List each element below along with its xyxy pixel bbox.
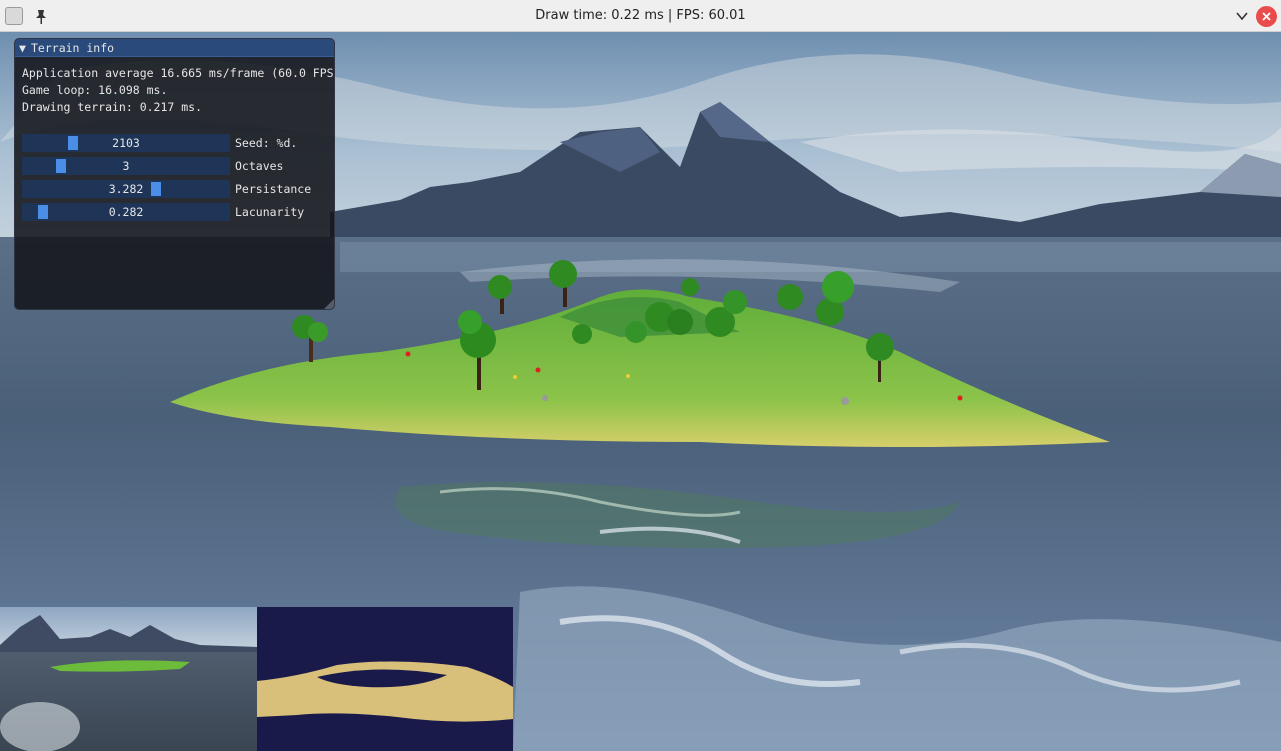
collapse-triangle-icon[interactable]: ▼	[19, 39, 31, 57]
slider-value: 0.282	[108, 205, 144, 219]
seed-slider[interactable]: 2103	[22, 134, 230, 152]
panel-title: Terrain info	[31, 41, 115, 55]
octaves-slider[interactable]: 3	[22, 157, 230, 175]
slider-value: 3	[122, 159, 130, 173]
app-average-text: Application average 16.665 ms/frame (60.…	[22, 66, 335, 80]
close-icon	[1262, 12, 1271, 21]
chevron-down-icon[interactable]	[1232, 6, 1252, 26]
terrain-info-panel[interactable]: ▼ Terrain info Application average 16.665…	[14, 38, 335, 310]
lacunarity-slider[interactable]: 0.282	[22, 203, 230, 221]
close-button[interactable]	[1256, 6, 1277, 27]
slider-value: 2103	[112, 136, 140, 150]
window-titlebar: Draw time: 0.22 ms | FPS: 60.01	[0, 0, 1281, 32]
slider-value: 3.282	[108, 182, 144, 196]
resize-grip[interactable]	[324, 299, 334, 309]
heightmap-preview	[257, 607, 513, 751]
slider-label: Lacunarity	[235, 205, 305, 219]
reflection-preview	[0, 607, 257, 751]
window-title: Draw time: 0.22 ms | FPS: 60.01	[535, 8, 746, 23]
lacunarity-slider-row: 0.282 Lacunarity	[22, 203, 332, 221]
drawing-terrain-text: Drawing terrain: 0.217 ms.	[22, 100, 203, 114]
panel-header[interactable]: ▼ Terrain info	[15, 39, 334, 57]
octaves-slider-row: 3 Octaves	[22, 157, 332, 175]
slider-label: Seed: %d.	[235, 136, 298, 150]
game-loop-text: Game loop: 16.098 ms.	[22, 83, 168, 97]
slider-label: Octaves	[235, 159, 284, 173]
seed-slider-row: 2103 Seed: %d.	[22, 134, 332, 152]
persistance-slider[interactable]: 3.282	[22, 180, 230, 198]
slider-label: Persistance	[235, 182, 312, 196]
persistance-slider-row: 3.282 Persistance	[22, 180, 332, 198]
